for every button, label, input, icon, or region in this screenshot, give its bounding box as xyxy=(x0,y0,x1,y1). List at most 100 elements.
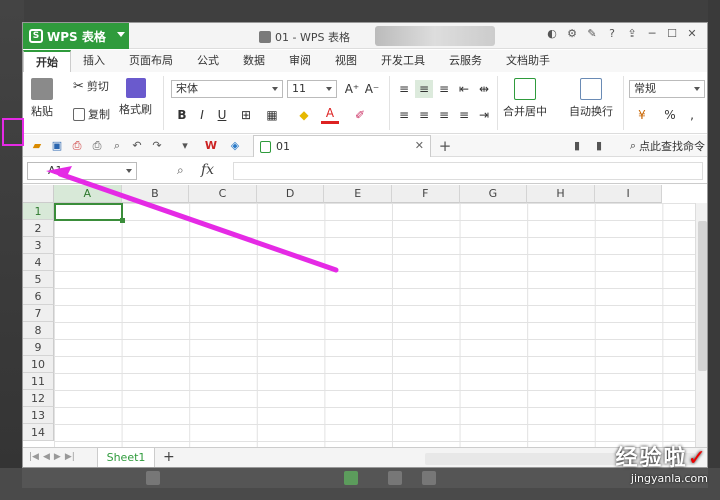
row-header[interactable]: 5 xyxy=(23,271,54,288)
open-folder-icon[interactable]: ▰ xyxy=(29,138,45,154)
close-tab-icon[interactable]: ✕ xyxy=(415,139,424,152)
shrink-font-button[interactable]: A⁻ xyxy=(363,80,381,98)
copy-button[interactable]: 复制 xyxy=(73,106,110,122)
align-left-icon[interactable]: ≡ xyxy=(395,106,413,124)
format-painter-button[interactable]: 格式刷 xyxy=(119,78,152,117)
row-header[interactable]: 2 xyxy=(23,220,54,237)
row-header[interactable]: 14 xyxy=(23,424,54,441)
tab-insert[interactable]: 插入 xyxy=(71,50,117,72)
clear-format-icon[interactable]: ✐ xyxy=(351,106,369,124)
align-middle-icon[interactable]: ≡ xyxy=(415,80,433,98)
number-format-select[interactable]: 常规 xyxy=(629,80,705,98)
command-search[interactable]: ⌕ 点此查找命令 xyxy=(630,138,705,154)
tab-page-layout[interactable]: 页面布局 xyxy=(117,50,185,72)
document-tab[interactable]: 01 ✕ xyxy=(253,135,431,157)
first-sheet-icon[interactable]: |◀ xyxy=(29,452,39,462)
tab-data[interactable]: 数据 xyxy=(231,50,277,72)
status-icon[interactable] xyxy=(146,471,160,485)
borders-icon[interactable]: ⊞ xyxy=(237,106,255,124)
minimize-icon[interactable]: ─ xyxy=(645,27,659,41)
settings-icon[interactable]: ⚙ xyxy=(565,27,579,41)
customize-chevron-down-icon[interactable]: ▾ xyxy=(177,138,193,154)
cell-style-icon[interactable]: ▦ xyxy=(263,106,281,124)
comma-style-icon[interactable]: , xyxy=(683,106,701,124)
export-pdf-icon[interactable]: ⎙ xyxy=(69,138,85,154)
row-header[interactable]: 4 xyxy=(23,254,54,271)
column-header[interactable]: H xyxy=(527,185,595,203)
skin-icon[interactable]: ◐ xyxy=(545,27,559,41)
align-bottom-icon[interactable]: ≡ xyxy=(435,80,453,98)
percent-button[interactable]: % xyxy=(661,106,679,124)
spreadsheet-grid[interactable]: ABCDEFGHI 1 2 3 4 5 6 7 8 9 10 11 12 13 14 xyxy=(23,185,707,447)
font-name-select[interactable]: 宋体 xyxy=(171,80,283,98)
column-header[interactable]: I xyxy=(594,185,663,203)
align-center-icon[interactable]: ≡ xyxy=(415,106,433,124)
magnifier-icon[interactable]: ⌕ xyxy=(177,163,184,178)
tab-view[interactable]: 视图 xyxy=(323,50,369,72)
toolbar-option-icon[interactable]: ▮ xyxy=(569,138,585,154)
normal-view-icon[interactable] xyxy=(344,471,358,485)
wps-menu-button[interactable]: S WPS 表格 xyxy=(23,23,129,49)
italic-button[interactable]: I xyxy=(193,106,211,124)
distributed-icon[interactable]: ⇹ xyxy=(475,80,493,98)
bold-button[interactable]: B xyxy=(173,106,191,124)
tab-home[interactable]: 开始 xyxy=(23,50,71,72)
row-header[interactable]: 6 xyxy=(23,288,54,305)
prev-sheet-icon[interactable]: ◀ xyxy=(43,452,50,462)
grow-font-button[interactable]: A⁺ xyxy=(343,80,361,98)
column-header[interactable]: C xyxy=(189,185,257,203)
column-header[interactable]: B xyxy=(121,185,190,203)
vertical-scrollbar[interactable] xyxy=(695,203,707,447)
tab-formulas[interactable]: 公式 xyxy=(185,50,231,72)
undo-icon[interactable]: ↶ xyxy=(129,138,145,154)
row-header[interactable]: 7 xyxy=(23,305,54,322)
column-header[interactable]: G xyxy=(459,185,528,203)
formula-input[interactable] xyxy=(233,162,703,180)
active-cell[interactable] xyxy=(54,203,125,223)
page-break-view-icon[interactable] xyxy=(422,471,436,485)
font-color-button[interactable]: A xyxy=(321,106,339,124)
toolbar-option-icon[interactable]: ▮ xyxy=(591,138,607,154)
tab-doc-assistant[interactable]: 文档助手 xyxy=(494,50,562,72)
vertical-scroll-thumb[interactable] xyxy=(698,221,707,371)
new-tab-plus-icon[interactable]: + xyxy=(437,138,453,154)
column-header[interactable]: F xyxy=(392,185,460,203)
pin-ribbon-icon[interactable]: ⇪ xyxy=(625,27,639,41)
row-header[interactable]: 13 xyxy=(23,407,54,424)
row-header[interactable]: 9 xyxy=(23,339,54,356)
indent-increase-icon[interactable]: ⇥ xyxy=(475,106,493,124)
maximize-icon[interactable]: ☐ xyxy=(665,27,679,41)
wps-brand-icon[interactable]: W xyxy=(203,138,219,154)
feedback-icon[interactable]: ✎ xyxy=(585,27,599,41)
cell-area[interactable] xyxy=(54,203,695,447)
row-header[interactable]: 11 xyxy=(23,373,54,390)
align-right-icon[interactable]: ≡ xyxy=(435,106,453,124)
select-all-corner[interactable] xyxy=(23,185,54,203)
row-header[interactable]: 12 xyxy=(23,390,54,407)
next-sheet-icon[interactable]: ▶ xyxy=(54,452,61,462)
close-icon[interactable]: ✕ xyxy=(685,27,699,41)
row-header[interactable]: 1 xyxy=(23,203,54,220)
column-header[interactable]: E xyxy=(324,185,392,203)
print-preview-icon[interactable]: ⌕ xyxy=(109,138,125,154)
row-header[interactable]: 10 xyxy=(23,356,54,373)
wrap-text-button[interactable]: 自动换行 xyxy=(569,78,613,119)
cut-button[interactable]: ✂ 剪切 xyxy=(73,78,109,94)
underline-button[interactable]: U xyxy=(213,106,231,124)
cloud-box-icon[interactable]: ◈ xyxy=(227,138,243,154)
align-top-icon[interactable]: ≡ xyxy=(395,80,413,98)
print-icon[interactable]: ⎙ xyxy=(89,138,105,154)
currency-icon[interactable]: ¥ xyxy=(633,106,651,124)
fx-label[interactable]: fx xyxy=(201,162,214,178)
save-icon[interactable]: ▣ xyxy=(49,138,65,154)
row-header[interactable]: 3 xyxy=(23,237,54,254)
last-sheet-icon[interactable]: ▶| xyxy=(65,452,75,462)
fill-color-icon[interactable]: ◆ xyxy=(295,106,313,124)
justify-icon[interactable]: ≡ xyxy=(455,106,473,124)
merge-center-button[interactable]: 合并居中 xyxy=(503,78,547,119)
tab-review[interactable]: 审阅 xyxy=(277,50,323,72)
indent-decrease-icon[interactable]: ⇤ xyxy=(455,80,473,98)
help-icon[interactable]: ? xyxy=(605,27,619,41)
redo-icon[interactable]: ↷ xyxy=(149,138,165,154)
tab-cloud[interactable]: 云服务 xyxy=(437,50,494,72)
